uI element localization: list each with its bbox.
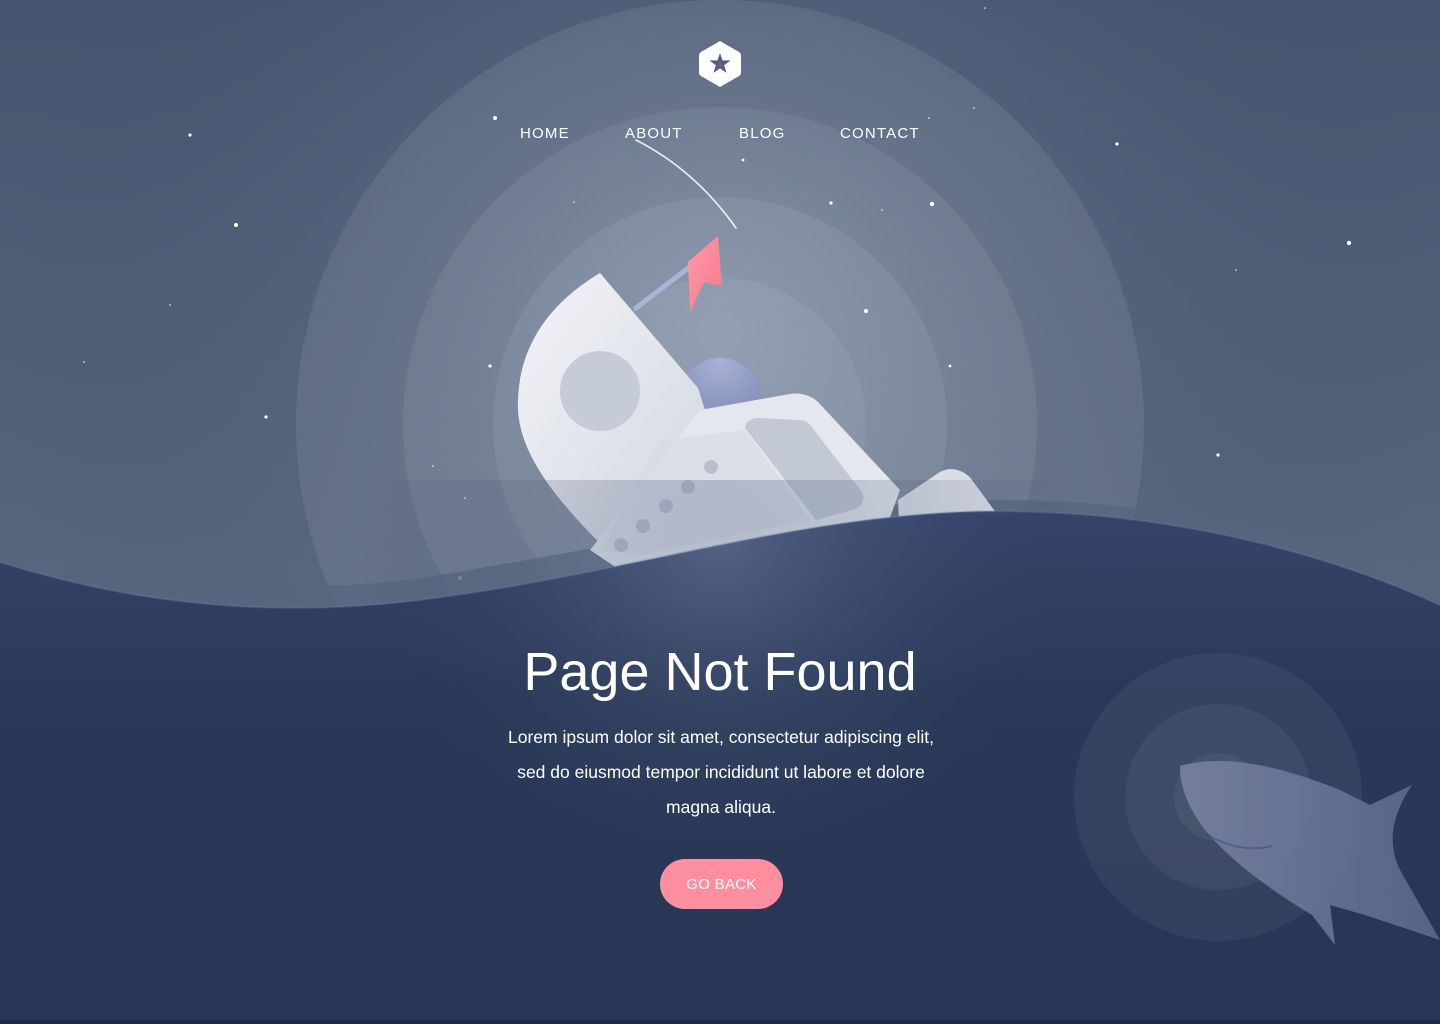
nav-item-about[interactable]: ABOUT bbox=[625, 124, 683, 144]
main-nav: HOME ABOUT BLOG CONTACT bbox=[0, 124, 1440, 144]
nav-item-blog[interactable]: BLOG bbox=[739, 124, 785, 144]
nav-item-home[interactable]: HOME bbox=[520, 124, 570, 144]
page-not-found: HOME ABOUT BLOG CONTACT Page Not Found L… bbox=[0, 0, 1440, 1024]
go-back-button[interactable]: GO BACK bbox=[660, 859, 783, 909]
page-title: Page Not Found bbox=[523, 642, 917, 702]
nav-item-contact[interactable]: CONTACT bbox=[840, 124, 920, 144]
star-hexagon-icon[interactable] bbox=[698, 40, 742, 88]
page-description: Lorem ipsum dolor sit amet, consectetur … bbox=[507, 727, 935, 817]
